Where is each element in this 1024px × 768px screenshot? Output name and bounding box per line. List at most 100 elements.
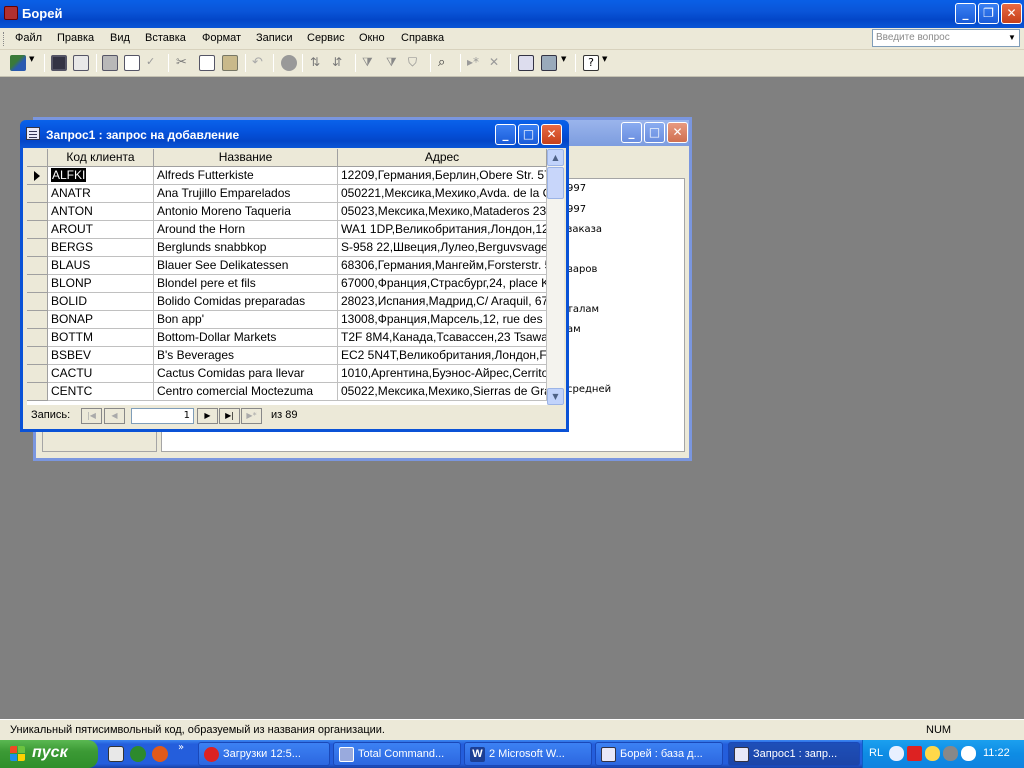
menu-view[interactable]: Вид: [110, 32, 130, 44]
object-item[interactable]: 997: [567, 204, 586, 215]
menu-window[interactable]: Окно: [359, 32, 385, 44]
cell-name[interactable]: Bottom-Dollar Markets: [154, 329, 338, 347]
cell-address[interactable]: S-958 22,Швеция,Лулео,Berguvsvager: [338, 239, 547, 257]
table-row[interactable]: BOLID Bolido Comidas preparadas 28023,Ис…: [27, 293, 547, 311]
table-row[interactable]: AROUT Around the Horn WA1 1DP,Великобрит…: [27, 221, 547, 239]
taskbar-item-downloads[interactable]: Загрузки 12:5...: [198, 742, 330, 766]
help-icon[interactable]: ?: [583, 55, 599, 71]
column-header-address[interactable]: Адрес: [338, 149, 547, 167]
table-row[interactable]: BERGS Berglunds snabbkop S-958 22,Швеция…: [27, 239, 547, 257]
new-object-icon[interactable]: [541, 55, 557, 71]
cell-customer-code[interactable]: BSBEV: [48, 347, 154, 365]
table-row[interactable]: ANATR Ana Trujillo Emparelados 050221,Ме…: [27, 185, 547, 203]
view-dropdown-icon[interactable]: ▼: [29, 55, 37, 71]
query-minimize-button[interactable]: _: [495, 124, 516, 145]
table-row[interactable]: ANTON Antonio Moreno Taqueria 05023,Мекс…: [27, 203, 547, 221]
new-record-nav-icon[interactable]: ▶*: [241, 408, 262, 424]
print-preview-icon[interactable]: [124, 55, 140, 71]
quicklaunch-notepad-icon[interactable]: [108, 746, 124, 762]
copy-icon[interactable]: [199, 55, 215, 71]
record-selector[interactable]: [27, 185, 48, 203]
cell-name[interactable]: Bolido Comidas preparadas: [154, 293, 338, 311]
select-all-corner[interactable]: [27, 149, 48, 167]
find-binoculars-icon[interactable]: ⌕: [438, 55, 454, 71]
cell-name[interactable]: Cactus Comidas para llevar: [154, 365, 338, 383]
column-header-name[interactable]: Название: [154, 149, 338, 167]
table-row[interactable]: BONAP Bon app' 13008,Франция,Марсель,12,…: [27, 311, 547, 329]
undo-icon[interactable]: ↶: [252, 55, 268, 71]
hyperlink-icon[interactable]: [281, 55, 297, 71]
column-header-customer-code[interactable]: Код клиента: [48, 149, 154, 167]
cell-customer-code[interactable]: ANTON: [48, 203, 154, 221]
cell-name[interactable]: Alfreds Futterkiste: [154, 167, 338, 185]
chevron-down-icon[interactable]: ▼: [1006, 31, 1018, 45]
taskbar-item-query[interactable]: Запрос1 : запр...: [728, 742, 860, 766]
help-dropdown-icon[interactable]: ▼: [602, 55, 610, 71]
language-indicator[interactable]: RL: [869, 747, 883, 759]
cell-address[interactable]: 13008,Франция,Марсель,12, rue des I: [338, 311, 547, 329]
database-window-icon[interactable]: [518, 55, 534, 71]
cell-address[interactable]: T2F 8M4,Канада,Тсавассен,23 Tsawa: [338, 329, 547, 347]
taskbar-item-borey-db[interactable]: Борей : база д...: [595, 742, 723, 766]
cell-address[interactable]: 05022,Мексика,Мехико,Sierras de Gra: [338, 383, 547, 401]
vertical-scrollbar[interactable]: ▲ ▼: [547, 149, 564, 405]
scroll-up-icon[interactable]: ▲: [547, 149, 564, 166]
cell-customer-code[interactable]: CACTU: [48, 365, 154, 383]
filter-selection-icon[interactable]: ⧩: [362, 55, 378, 71]
object-item[interactable]: заказа: [567, 224, 602, 235]
quicklaunch-more-icon[interactable]: »: [178, 742, 194, 758]
object-item[interactable]: 997: [567, 183, 586, 194]
query-window-title-bar[interactable]: Запрос1 : запрос на добавление _ □ ✕: [20, 120, 569, 148]
paste-icon[interactable]: [222, 55, 238, 71]
cell-customer-code[interactable]: BOLID: [48, 293, 154, 311]
taskbar-item-word[interactable]: W 2 Microsoft W...: [464, 742, 592, 766]
kaspersky-icon[interactable]: [907, 746, 922, 761]
object-item[interactable]: ам: [567, 324, 581, 335]
cell-name[interactable]: Antonio Moreno Taqueria: [154, 203, 338, 221]
menu-records[interactable]: Записи: [256, 32, 293, 44]
spelling-icon[interactable]: ✓: [146, 55, 162, 71]
first-record-icon[interactable]: |◀: [81, 408, 102, 424]
previous-record-icon[interactable]: ◀: [104, 408, 125, 424]
cell-name[interactable]: Ana Trujillo Emparelados: [154, 185, 338, 203]
cut-icon[interactable]: ✂: [176, 55, 192, 71]
table-row[interactable]: CENTC Centro comercial Moctezuma 05022,М…: [27, 383, 547, 401]
table-row[interactable]: BSBEV B's Beverages EC2 5N4T,Великобрита…: [27, 347, 547, 365]
close-button[interactable]: ✕: [1001, 3, 1022, 24]
record-selector[interactable]: [27, 167, 48, 185]
new-record-icon[interactable]: ▸*: [467, 55, 483, 71]
record-selector[interactable]: [27, 203, 48, 221]
menu-insert[interactable]: Вставка: [145, 32, 186, 44]
app-title-bar[interactable]: Борей _ ❐ ✕: [0, 0, 1024, 28]
tray-back-icon[interactable]: [889, 746, 904, 761]
record-selector[interactable]: [27, 311, 48, 329]
cell-address[interactable]: 050221,Мексика,Мехико,Avda. de la C: [338, 185, 547, 203]
cell-address[interactable]: EC2 5N4T,Великобритания,Лондон,Fa: [338, 347, 547, 365]
scroll-down-icon[interactable]: ▼: [547, 388, 564, 405]
query-close-button[interactable]: ✕: [541, 124, 562, 145]
object-item[interactable]: средней: [567, 384, 611, 395]
record-selector[interactable]: [27, 257, 48, 275]
cell-customer-code[interactable]: ALFKI: [48, 167, 154, 185]
design-view-icon[interactable]: [10, 55, 26, 71]
save-icon[interactable]: [51, 55, 67, 71]
cell-customer-code[interactable]: BLAUS: [48, 257, 154, 275]
cell-name[interactable]: B's Beverages: [154, 347, 338, 365]
record-selector[interactable]: [27, 275, 48, 293]
cell-address[interactable]: 28023,Испания,Мадрид,C/ Araquil, 67: [338, 293, 547, 311]
cell-address[interactable]: WA1 1DP,Великобритания,Лондон,12: [338, 221, 547, 239]
record-selector[interactable]: [27, 293, 48, 311]
print-icon[interactable]: [102, 55, 118, 71]
tray-messenger-icon[interactable]: [961, 746, 976, 761]
menu-edit[interactable]: Правка: [57, 32, 94, 44]
restore-button[interactable]: ❐: [978, 3, 999, 24]
new-object-dropdown-icon[interactable]: ▼: [561, 55, 569, 71]
cell-name[interactable]: Blondel pere et fils: [154, 275, 338, 293]
apply-filter-icon[interactable]: ⛉: [408, 55, 424, 71]
cell-name[interactable]: Centro comercial Moctezuma: [154, 383, 338, 401]
record-selector[interactable]: [27, 365, 48, 383]
next-record-icon[interactable]: ▶: [197, 408, 218, 424]
table-row[interactable]: BOTTM Bottom-Dollar Markets T2F 8M4,Кана…: [27, 329, 547, 347]
cell-name[interactable]: Blauer See Delikatessen: [154, 257, 338, 275]
last-record-icon[interactable]: ▶|: [219, 408, 240, 424]
